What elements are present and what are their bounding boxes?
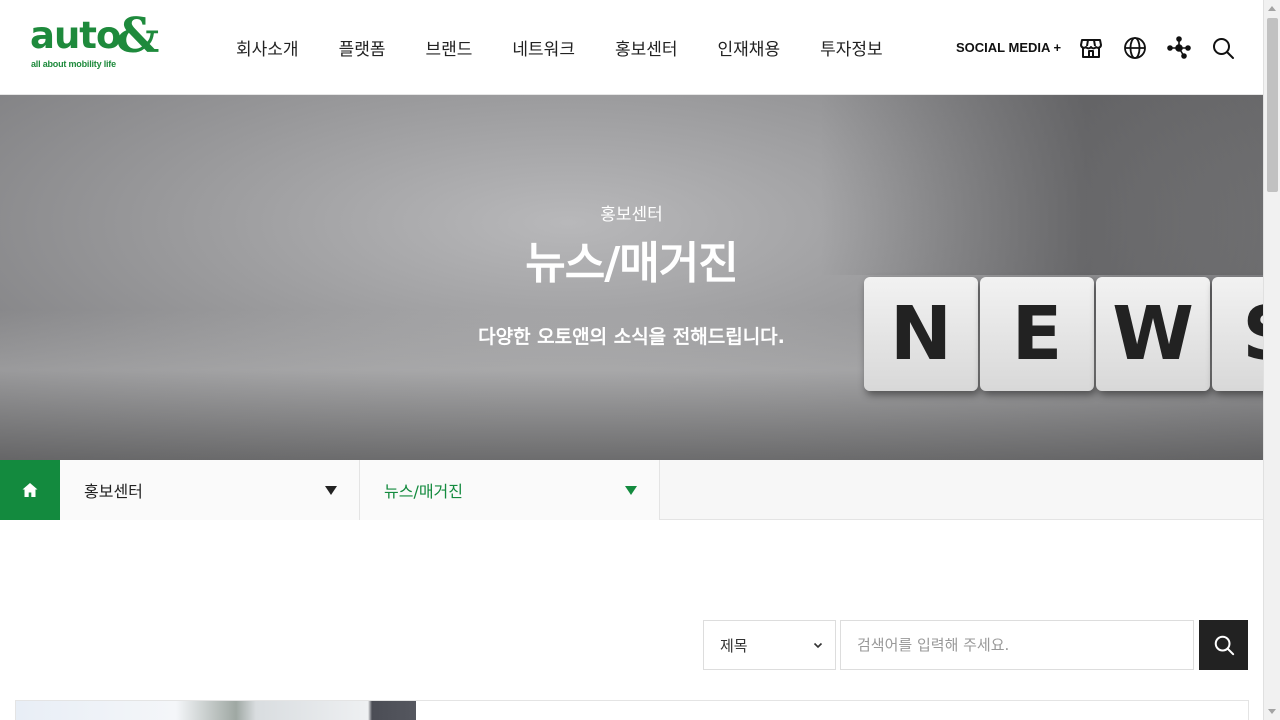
home-icon [22,483,38,497]
search-icon [1214,635,1234,656]
nav-item-company[interactable]: 회사소개 [216,35,319,60]
main-navigation: 회사소개 플랫폼 브랜드 네트워크 홍보센터 인재채용 투자정보 [216,0,903,95]
site-header: auto & all about mobility life 회사소개 플랫폼 … [0,0,1263,95]
scrollbar-thumb[interactable] [1267,18,1278,192]
search-icon[interactable] [1209,34,1237,62]
utility-menu: SOCIAL MEDIA + [956,0,1237,95]
scroll-up-arrow-icon[interactable] [1268,6,1276,11]
dropdown-arrow-icon [625,486,637,495]
scroll-down-arrow-icon[interactable] [1268,709,1276,714]
list-item[interactable] [15,700,1249,720]
chevron-down-icon [813,642,823,649]
logo-ampersand: & [116,8,160,64]
list-item-thumbnail [16,701,416,720]
breadcrumb-depth2-dropdown[interactable]: 뉴스/매거진 [360,460,660,520]
autoand-logo[interactable]: auto & all about mobility life [30,8,160,74]
hero-subtitle: 홍보센터 [600,205,663,225]
search-field-selected: 제목 [720,636,748,655]
nav-item-network[interactable]: 네트워크 [492,35,595,60]
social-media-button[interactable]: SOCIAL MEDIA + [956,40,1061,55]
nav-item-pr-center[interactable]: 홍보센터 [595,35,698,60]
hero-banner: N E W S 홍보센터 뉴스/매거진 다양한 오토앤의 소식을 전해드립니다. [0,95,1263,460]
nav-item-investor[interactable]: 투자정보 [800,35,903,60]
nav-item-brand[interactable]: 브랜드 [405,35,492,60]
dropdown-arrow-icon [325,486,337,495]
search-submit-button[interactable] [1199,620,1248,670]
search-input[interactable] [840,620,1194,670]
breadcrumb-depth1-dropdown[interactable]: 홍보센터 [60,460,360,520]
store-icon[interactable] [1077,34,1105,62]
nav-item-platform[interactable]: 플랫폼 [319,35,406,60]
breadcrumb-depth2-label: 뉴스/매거진 [384,482,463,501]
page-scrollbar[interactable] [1263,0,1280,720]
sitemap-icon[interactable] [1165,34,1193,62]
breadcrumb: 홍보센터 뉴스/매거진 [0,460,1263,520]
breadcrumb-depth1-label: 홍보센터 [84,482,143,501]
globe-icon[interactable] [1121,34,1149,62]
page-title: 뉴스/매거진 [525,238,738,289]
hero-description: 다양한 오토앤의 소식을 전해드립니다. [478,326,785,348]
logo-word: auto [30,14,121,57]
search-field-select[interactable]: 제목 [703,620,836,670]
nav-item-careers[interactable]: 인재채용 [698,35,801,60]
home-button[interactable] [0,460,60,520]
logo-tagline: all about mobility life [31,59,116,69]
